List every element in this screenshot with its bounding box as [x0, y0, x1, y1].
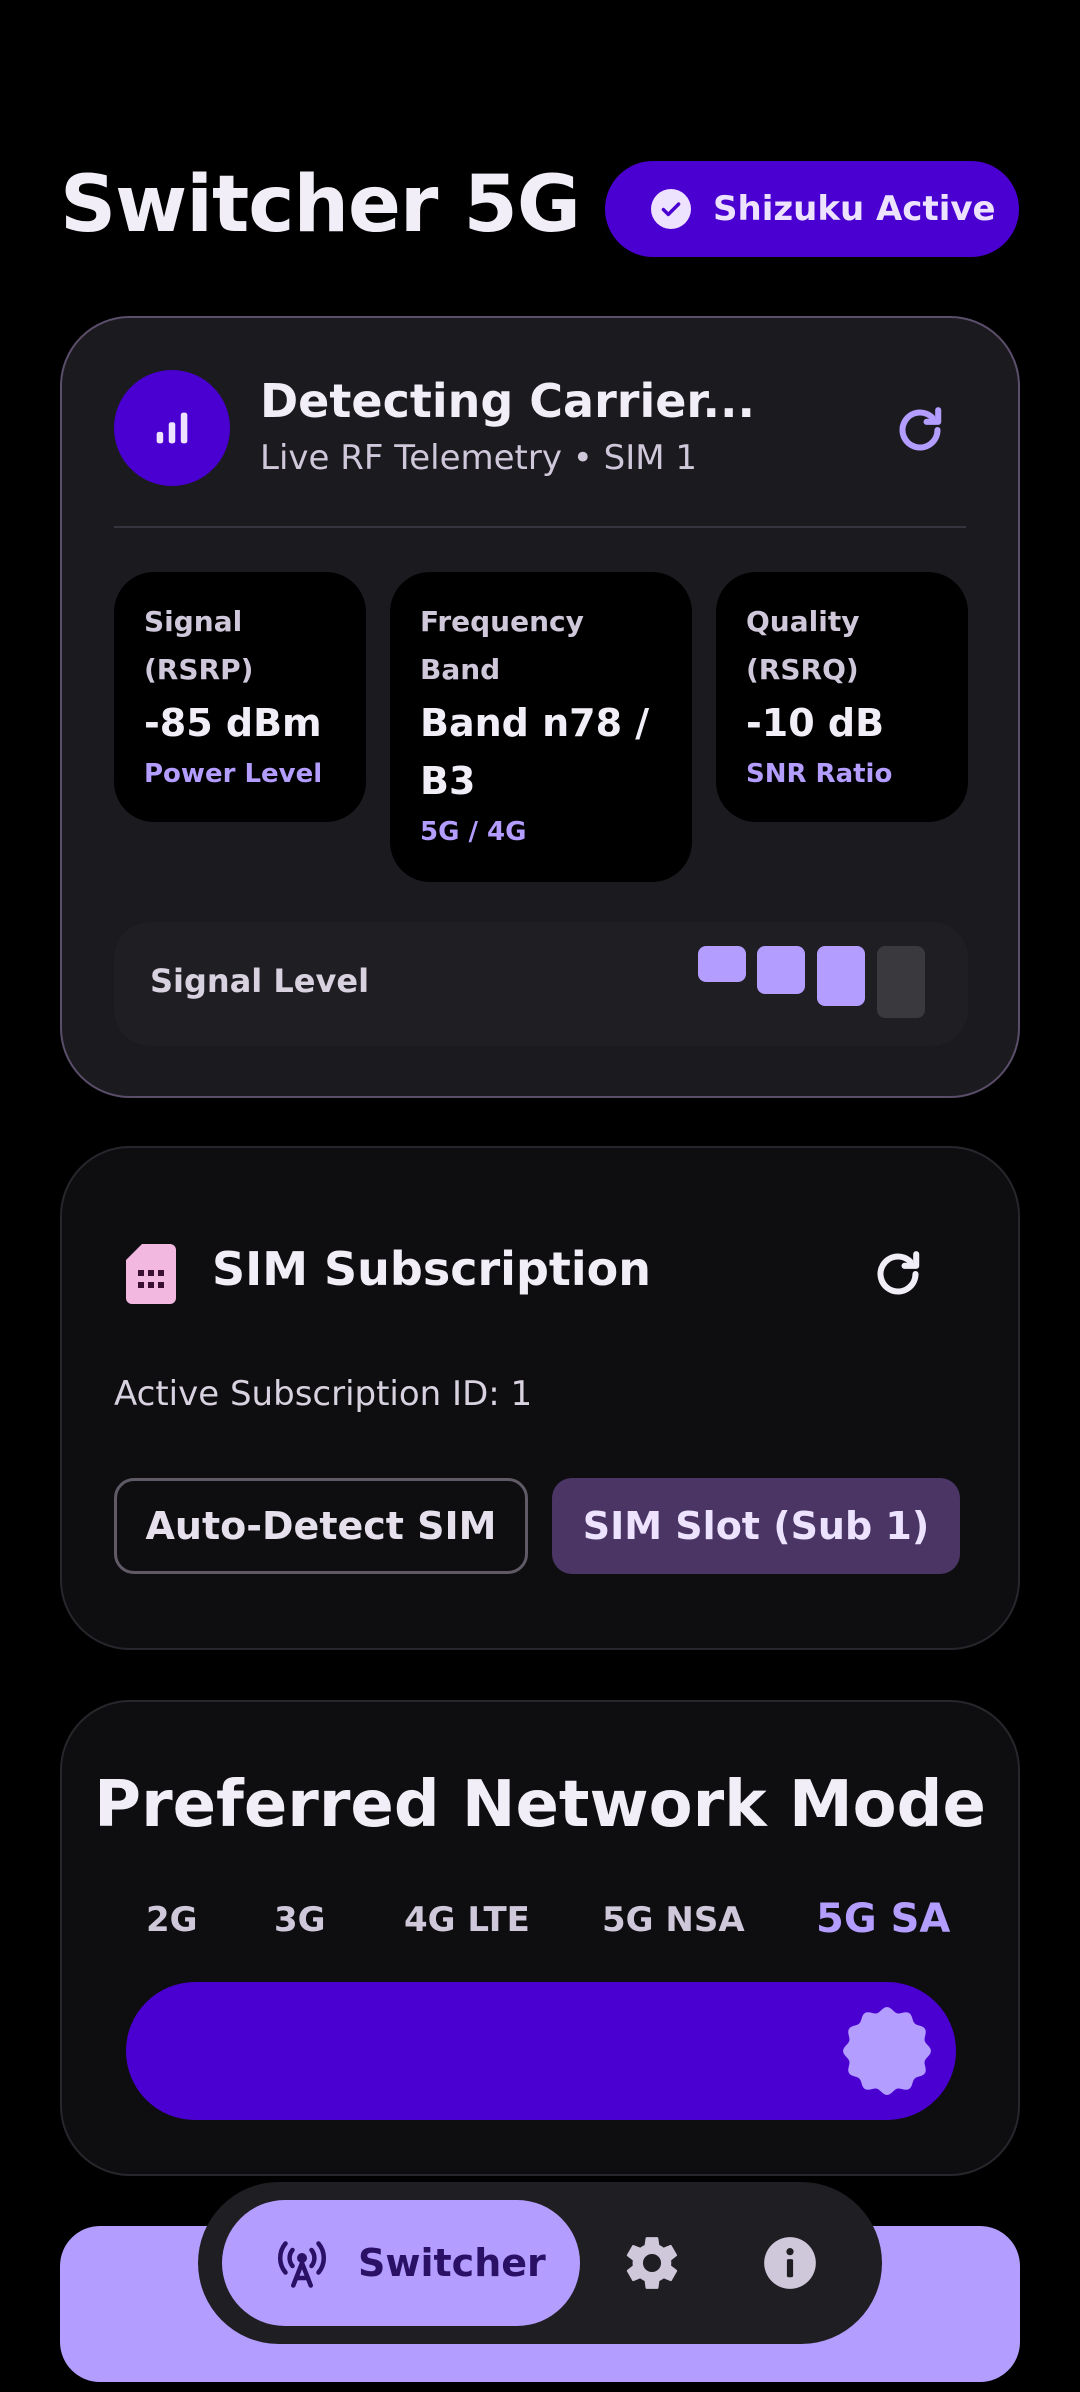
- network-mode-card: Preferred Network Mode 2G 3G 4G LTE 5G N…: [60, 1700, 1020, 2176]
- refresh-icon: [899, 407, 942, 451]
- mode-option-5g-nsa[interactable]: 5G NSA: [602, 1900, 745, 1940]
- metric-sub: 5G / 4G: [420, 817, 527, 847]
- metric-value: -85 dBm: [144, 701, 322, 745]
- metric-value: -10 dB: [746, 701, 885, 745]
- metric-rsrp: Signal (RSRP) -85 dBm Power Level: [114, 572, 366, 822]
- refresh-icon: [877, 1251, 920, 1295]
- metric-label: Frequency Band: [420, 605, 584, 686]
- mode-option-4g-lte[interactable]: 4G LTE: [404, 1900, 530, 1940]
- mode-option-2g[interactable]: 2G: [146, 1900, 198, 1940]
- signal-level-row: Signal Level: [114, 922, 968, 1046]
- cell-tower-icon: [277, 2241, 327, 2288]
- divider: [114, 526, 966, 528]
- signal-level-label: Signal Level: [150, 962, 370, 1000]
- mode-option-3g[interactable]: 3G: [274, 1900, 326, 1940]
- refresh-sim-button[interactable]: [862, 1238, 934, 1310]
- signal-bar: [877, 946, 925, 1018]
- metric-band: Frequency Band Band n78 / B3 5G / 4G: [390, 572, 692, 882]
- sim-slot-button[interactable]: SIM Slot (Sub 1): [552, 1478, 960, 1574]
- signal-bar: [757, 946, 805, 994]
- bottom-navigation: Switcher: [198, 2182, 882, 2344]
- metric-label: Signal (RSRP): [144, 605, 254, 686]
- signal-level-indicator: [698, 946, 938, 1026]
- metric-label: Quality (RSRQ): [746, 605, 860, 686]
- telemetry-card: Detecting Carrier... Live RF Telemetry •…: [60, 316, 1020, 1098]
- status-badge-label: Shizuku Active: [713, 189, 996, 229]
- signal-bar: [817, 946, 865, 1006]
- metric-value: Band n78 / B3: [420, 701, 650, 803]
- signal-bar: [698, 946, 746, 982]
- auto-detect-sim-button[interactable]: Auto-Detect SIM: [114, 1478, 528, 1574]
- metric-sub: SNR Ratio: [746, 759, 893, 789]
- nav-switcher-label: Switcher: [358, 2241, 546, 2285]
- sim-card-icon: [124, 1242, 178, 1306]
- active-subscription-id: Active Subscription ID: 1: [114, 1374, 533, 1414]
- slider-thumb[interactable]: [842, 2006, 932, 2096]
- metric-sub: Power Level: [144, 759, 323, 789]
- app-title: Switcher 5G: [60, 160, 581, 250]
- info-icon: [764, 2237, 816, 2289]
- sim-subscription-card: SIM Subscription Active Subscription ID:…: [60, 1146, 1020, 1650]
- nav-settings-button[interactable]: [616, 2227, 688, 2299]
- carrier-name: Detecting Carrier...: [260, 374, 755, 428]
- mode-option-5g-sa[interactable]: 5G SA: [816, 1896, 950, 1942]
- gear-icon: [626, 2237, 678, 2289]
- sim-subscription-title: SIM Subscription: [212, 1242, 651, 1296]
- network-mode-slider[interactable]: [126, 1982, 956, 2120]
- nav-switcher-tab[interactable]: Switcher: [222, 2200, 580, 2326]
- network-mode-title: Preferred Network Mode: [94, 1768, 986, 1842]
- shizuku-status-badge[interactable]: Shizuku Active: [605, 161, 1019, 257]
- refresh-telemetry-button[interactable]: [884, 394, 956, 466]
- metric-rsrq: Quality (RSRQ) -10 dB SNR Ratio: [716, 572, 968, 822]
- nav-info-button[interactable]: [754, 2227, 826, 2299]
- app-root: Switcher 5G Shizuku Active Detecting Car…: [0, 0, 1080, 2392]
- signal-bars-avatar-icon: [114, 370, 230, 486]
- check-circle-icon: [651, 189, 691, 229]
- telemetry-subtitle: Live RF Telemetry • SIM 1: [260, 438, 698, 478]
